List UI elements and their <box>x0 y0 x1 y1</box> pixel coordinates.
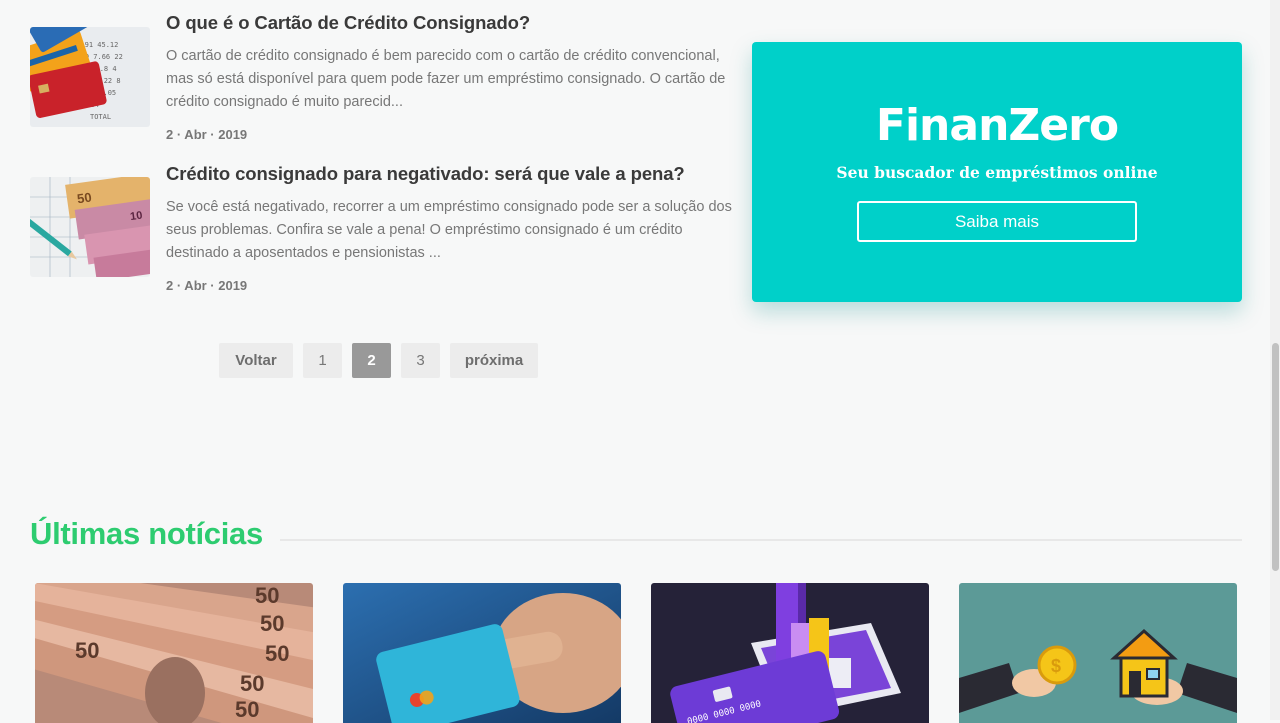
svg-text:50: 50 <box>76 189 92 206</box>
svg-text:$: $ <box>1051 656 1061 676</box>
article-title[interactable]: O que é o Cartão de Crédito Consignado? <box>166 12 530 34</box>
phone-chart-image: 0000 0000 0000 <box>651 583 929 723</box>
news-card[interactable]: 50 50 50 50 50 50 <box>35 583 313 723</box>
svg-text:50: 50 <box>265 641 289 666</box>
svg-text:50: 50 <box>255 583 279 608</box>
credit-card-hand-image <box>343 583 621 723</box>
article-date: 2 · Abr · 2019 <box>166 278 248 293</box>
article-item[interactable]: 50 10 Crédito consignado para negativado… <box>30 163 732 298</box>
svg-text:10: 10 <box>129 210 143 224</box>
page: 23.91 45.12 18.40 7.66 22 91.03 12.8 4 5… <box>0 0 1270 723</box>
pagination-page-3[interactable]: 3 <box>401 343 440 378</box>
pagination-back-button[interactable]: Voltar <box>219 343 293 378</box>
news-card[interactable] <box>343 583 621 723</box>
article-date: 2 · Abr · 2019 <box>166 127 248 142</box>
article-title[interactable]: Crédito consignado para negativado: será… <box>166 163 685 185</box>
svg-text:50: 50 <box>260 611 284 636</box>
vertical-scrollbar[interactable] <box>1270 0 1280 720</box>
article-excerpt: O cartão de crédito consignado é bem par… <box>166 48 726 110</box>
latest-news-heading: Últimas notícias <box>30 516 263 551</box>
ad-tagline: Seu buscador de empréstimos online <box>836 163 1158 182</box>
credit-cards-image: 23.91 45.12 18.40 7.66 22 91.03 12.8 4 5… <box>30 27 150 127</box>
section-divider <box>280 539 1242 541</box>
banknotes-image: 505050 505050 <box>35 583 313 723</box>
article-item[interactable]: 23.91 45.12 18.40 7.66 22 91.03 12.8 4 5… <box>30 12 730 147</box>
news-card[interactable]: 0000 0000 0000 <box>651 583 929 723</box>
article-thumbnail[interactable]: 50 10 <box>30 177 150 277</box>
scrollbar-thumb[interactable] <box>1272 343 1279 571</box>
pagination-page-1[interactable]: 1 <box>303 343 342 378</box>
finanzero-ad-banner[interactable]: FinanZero Seu buscador de empréstimos on… <box>752 42 1242 302</box>
money-pencil-image: 50 10 <box>30 177 150 277</box>
article-thumbnail[interactable]: 23.91 45.12 18.40 7.66 22 91.03 12.8 4 5… <box>30 27 150 127</box>
svg-text:TOTAL: TOTAL <box>90 113 111 121</box>
pagination-next-button[interactable]: próxima <box>450 343 538 378</box>
news-card[interactable]: $ <box>959 583 1237 723</box>
svg-text:50: 50 <box>75 638 99 663</box>
pagination-page-2-current[interactable]: 2 <box>352 343 391 378</box>
article-excerpt: Se você está negativado, recorrer a um e… <box>166 199 732 261</box>
house-coin-hands-image: $ <box>959 583 1237 723</box>
saiba-mais-button[interactable]: Saiba mais <box>857 201 1137 242</box>
finanzero-logo: FinanZero <box>875 100 1119 151</box>
svg-text:50: 50 <box>235 697 259 722</box>
svg-text:50: 50 <box>240 671 264 696</box>
